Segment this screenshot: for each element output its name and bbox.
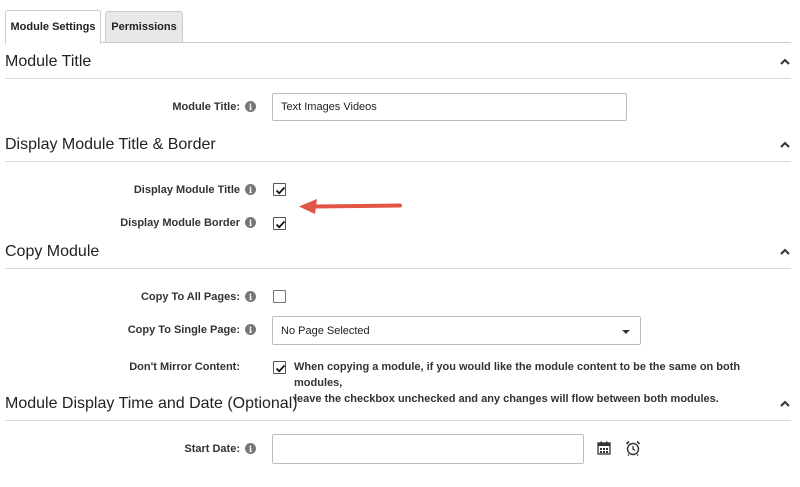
display-module-border-checkbox[interactable]	[273, 217, 286, 230]
select-value: No Page Selected	[281, 324, 370, 337]
module-title-input[interactable]: Text Images Videos	[272, 93, 627, 121]
dont-mirror-content-checkbox[interactable]	[273, 361, 286, 374]
info-icon[interactable]: i	[245, 217, 256, 228]
section-divider	[5, 268, 791, 269]
tab-module-settings[interactable]: Module Settings	[5, 10, 101, 44]
start-date-label: Start Date:	[184, 443, 240, 455]
section-divider	[5, 420, 791, 421]
section-heading-copy: Copy Module	[5, 243, 100, 260]
section-heading-module-title: Module Title	[5, 53, 92, 70]
info-icon[interactable]: i	[245, 291, 256, 302]
checkmark-icon	[275, 364, 286, 373]
section-divider	[5, 78, 791, 79]
module-title-label: Module Title:	[172, 101, 240, 113]
tab-bar: Module Settings Permissions	[5, 10, 791, 44]
chevron-up-icon[interactable]	[780, 141, 790, 149]
tab-permissions[interactable]: Permissions	[105, 11, 183, 43]
calendar-icon[interactable]	[597, 441, 611, 455]
mirror-description-line: leave the checkbox unchecked and any cha…	[294, 393, 719, 405]
copy-to-all-pages-label: Copy To All Pages:	[140, 291, 240, 303]
checkmark-icon	[275, 220, 286, 229]
info-icon[interactable]: i	[245, 101, 256, 112]
info-icon[interactable]: i	[245, 443, 256, 454]
display-module-title-label: Display Module Title	[133, 184, 240, 196]
mirror-description: When copying a module, if you would like…	[294, 359, 784, 407]
display-module-border-label: Display Module Border	[120, 217, 240, 229]
info-icon[interactable]: i	[245, 324, 256, 335]
mirror-description-line: When copying a module, if you would like…	[294, 361, 741, 389]
checkmark-icon	[275, 186, 286, 195]
section-heading-time-date: Module Display Time and Date (Optional)	[5, 395, 298, 412]
alarm-clock-icon[interactable]	[625, 440, 641, 456]
caret-down-icon	[622, 330, 630, 334]
dont-mirror-content-label: Don't Mirror Content:	[129, 361, 240, 373]
start-date-input[interactable]	[272, 434, 584, 464]
chevron-up-icon[interactable]	[780, 248, 790, 256]
section-heading-display: Display Module Title & Border	[5, 136, 216, 153]
red-arrow-annotation	[299, 199, 402, 214]
copy-to-single-page-select[interactable]: No Page Selected	[272, 316, 641, 345]
display-module-title-checkbox[interactable]	[273, 183, 286, 196]
chevron-up-icon[interactable]	[780, 400, 790, 408]
section-divider	[5, 161, 791, 162]
info-icon[interactable]: i	[245, 184, 256, 195]
copy-to-all-pages-checkbox[interactable]	[273, 290, 286, 303]
copy-to-single-page-label: Copy To Single Page:	[127, 324, 240, 336]
chevron-up-icon[interactable]	[780, 58, 790, 66]
